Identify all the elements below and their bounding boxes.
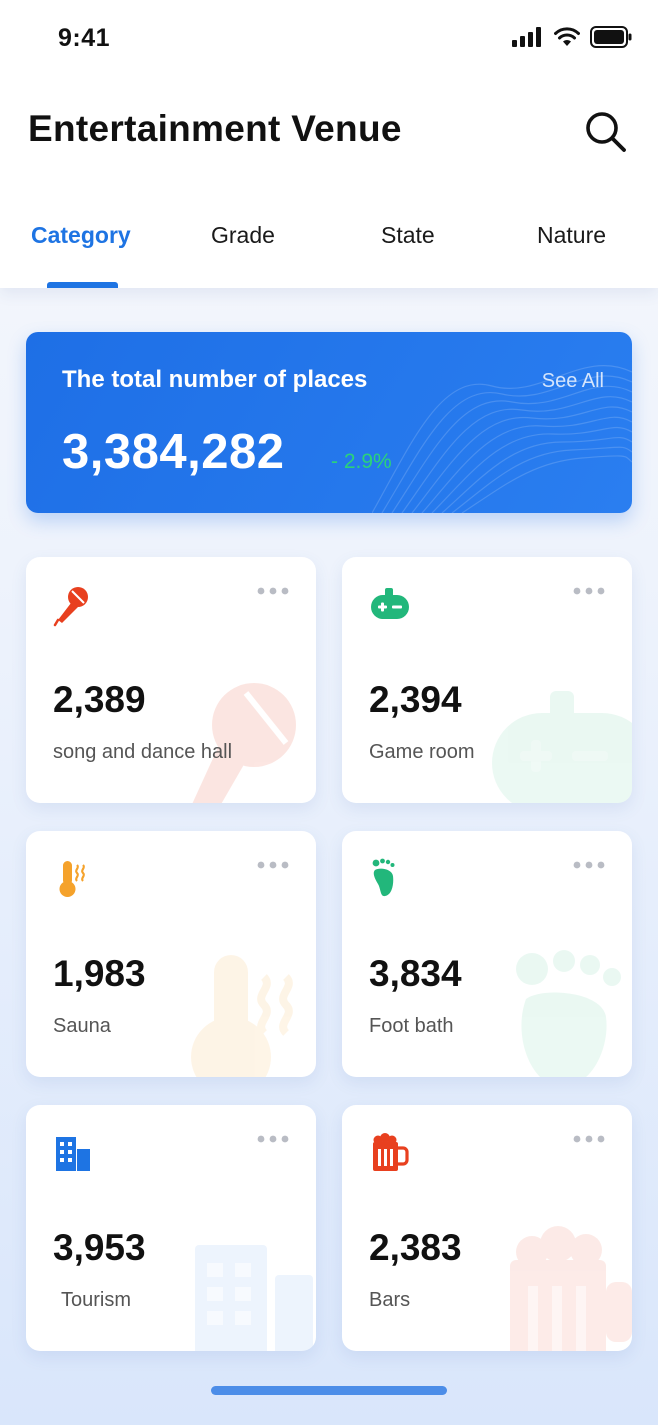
- home-indicator[interactable]: [211, 1386, 447, 1395]
- category-label: song and dance hall: [53, 741, 233, 763]
- more-options-icon[interactable]: [572, 857, 606, 873]
- total-change-percent: - 2.9%: [331, 450, 392, 473]
- more-options-icon[interactable]: [572, 583, 606, 599]
- microphone-icon: [53, 587, 88, 627]
- category-label: Bars: [369, 1289, 411, 1311]
- building-icon: [56, 1137, 90, 1171]
- gamepad-watermark: [492, 691, 632, 803]
- total-places-value: 3,384,282: [62, 425, 285, 479]
- more-options-icon[interactable]: [256, 583, 290, 599]
- wave-pattern-decoration: [372, 365, 632, 513]
- category-label: Tourism: [61, 1289, 132, 1311]
- page-title: Entertainment Venue: [28, 108, 402, 149]
- category-card-foot-bath[interactable]: 3,834 Foot bath: [342, 831, 632, 1077]
- microphone-watermark: [192, 683, 296, 803]
- cellular-signal-icon: [512, 27, 541, 47]
- category-card-tourism[interactable]: 3,953 Tourism: [26, 1105, 316, 1351]
- active-tab-indicator: [47, 282, 118, 288]
- category-label: Sauna: [53, 1015, 111, 1037]
- tab-state[interactable]: State: [381, 222, 435, 249]
- category-card-song-dance-hall[interactable]: 2,389 song and dance hall: [26, 557, 316, 803]
- category-count: 2,394: [369, 679, 462, 720]
- gamepad-icon: [371, 588, 409, 619]
- tab-grade[interactable]: Grade: [211, 222, 275, 249]
- thermometer-watermark: [191, 955, 293, 1077]
- more-options-icon[interactable]: [256, 857, 290, 873]
- footprint-icon: [372, 858, 395, 897]
- category-card-bars[interactable]: 2,383 Bars: [342, 1105, 632, 1351]
- tab-category[interactable]: Category: [31, 222, 131, 249]
- category-label: Game room: [369, 741, 475, 763]
- tab-nature[interactable]: Nature: [537, 222, 606, 249]
- category-card-game-room[interactable]: 2,394 Game room: [342, 557, 632, 803]
- category-count: 2,383: [369, 1227, 462, 1268]
- more-options-icon[interactable]: [256, 1131, 290, 1147]
- category-count: 2,389: [53, 679, 146, 720]
- thermometer-icon: [59, 861, 85, 897]
- wifi-icon: [554, 27, 580, 46]
- status-icons: [512, 26, 632, 48]
- tab-bar: Category Grade State Nature: [0, 222, 658, 262]
- category-label: Foot bath: [369, 1015, 454, 1037]
- status-time: 9:41: [58, 24, 111, 52]
- header-panel: 9:41 Entertainment Venue Category Grade …: [0, 0, 658, 288]
- total-places-label: The total number of places: [62, 366, 368, 393]
- battery-icon: [590, 26, 632, 48]
- search-icon[interactable]: [584, 110, 628, 154]
- category-count: 3,834: [369, 953, 462, 994]
- building-watermark: [195, 1245, 313, 1351]
- category-count: 3,953: [53, 1227, 146, 1268]
- more-options-icon[interactable]: [572, 1131, 606, 1147]
- beer-mug-watermark: [510, 1226, 632, 1351]
- total-places-card: The total number of places See All 3,384…: [26, 332, 632, 513]
- category-card-sauna[interactable]: 1,983 Sauna: [26, 831, 316, 1077]
- category-count: 1,983: [53, 953, 146, 994]
- footprint-watermark: [516, 950, 621, 1077]
- beer-mug-icon: [373, 1133, 409, 1171]
- see-all-link[interactable]: See All: [542, 370, 604, 393]
